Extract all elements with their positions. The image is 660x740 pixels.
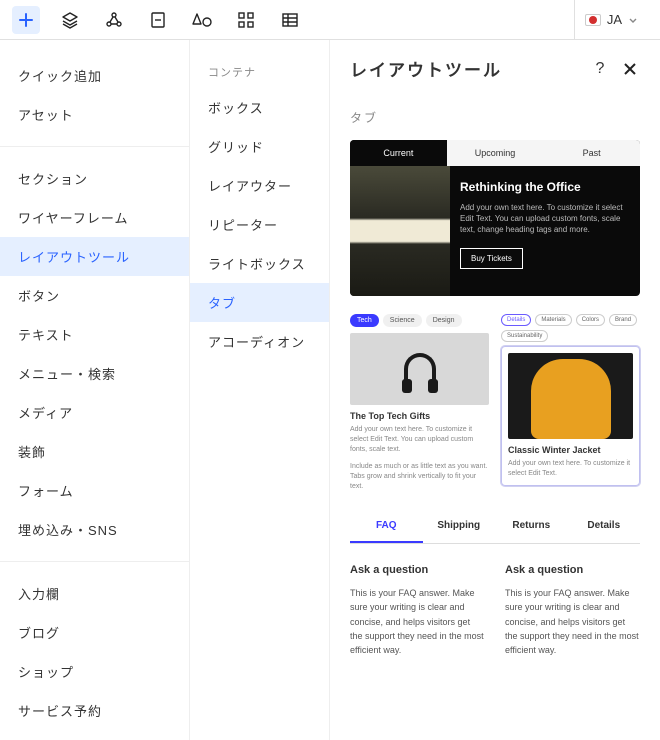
pill-details[interactable]: Details [501,314,531,326]
nav-layout-tools[interactable]: レイアウトツール [0,237,189,276]
pill-colors[interactable]: Colors [576,314,605,326]
faq-text: This is your FAQ answer. Make sure your … [350,586,485,658]
preview-tab-current[interactable]: Current [350,140,447,166]
preview-card-text-tabs[interactable]: FAQ Shipping Returns Details Ask a quest… [350,510,640,658]
divider [0,146,189,147]
subnav-accordion[interactable]: アコーディオン [190,322,329,361]
primary-nav: クイック追加 アセット セクション ワイヤーフレーム レイアウトツール ボタン … [0,40,190,740]
faq-heading: Ask a question [350,564,485,576]
buy-tickets-button[interactable]: Buy Tickets [460,248,523,269]
card-title: Classic Winter Jacket [508,445,633,455]
tab-details[interactable]: Details [568,510,641,543]
table-icon[interactable] [276,6,304,34]
nav-wireframe[interactable]: ワイヤーフレーム [0,198,189,237]
add-icon[interactable] [12,6,40,34]
chevron-down-icon [628,15,638,25]
theme-icon[interactable] [188,6,216,34]
secondary-nav: コンテナ ボックス グリッド レイアウター リピーター ライトボックス タブ ア… [190,40,330,740]
nav-bookings[interactable]: サービス予約 [0,691,189,730]
nav-decorative[interactable]: 装飾 [0,432,189,471]
nav-assets[interactable]: アセット [0,95,189,134]
subnav-layouter[interactable]: レイアウター [190,166,329,205]
preview-image [350,166,450,296]
layers-icon[interactable] [56,6,84,34]
preview-card-jacket[interactable]: Details Materials Colors Brand Sustainab… [501,314,640,492]
group-label-container: コンテナ [190,56,329,88]
topbar-tools [12,6,304,34]
flag-japan-icon [585,14,601,26]
close-icon[interactable] [620,59,640,79]
subnav-lightbox[interactable]: ライトボックス [190,244,329,283]
nav-menu-search[interactable]: メニュー・検索 [0,354,189,393]
preview-image-headphones [350,333,489,405]
section-label: タブ [350,109,640,126]
tab-faq[interactable]: FAQ [350,510,423,543]
nav-button[interactable]: ボタン [0,276,189,315]
tab-returns[interactable]: Returns [495,510,568,543]
pill-science[interactable]: Science [383,314,422,327]
nav-media[interactable]: メディア [0,393,189,432]
faq-text: This is your FAQ answer. Make sure your … [505,586,640,658]
preview-tab-upcoming[interactable]: Upcoming [447,140,544,166]
tab-shipping[interactable]: Shipping [423,510,496,543]
content-panel: レイアウトツール ? タブ Current Upcoming Past Reth… [330,40,660,740]
pill-sustainability[interactable]: Sustainability [501,330,548,342]
card-desc: Add your own text here. To customize it … [508,459,633,479]
preview-image-jacket [508,353,633,439]
card-desc-2: Include as much or as little text as you… [350,462,489,491]
nav-text[interactable]: テキスト [0,315,189,354]
panel-header: レイアウトツール ? [350,56,640,81]
cms-icon[interactable] [100,6,128,34]
preview-tab-past[interactable]: Past [543,140,640,166]
help-icon[interactable]: ? [590,59,610,79]
nav-input[interactable]: 入力欄 [0,574,189,613]
preview-card-tech[interactable]: Tech Science Design The Top Tech Gifts A… [350,314,489,492]
preview-title: Rethinking the Office [460,180,626,194]
language-selector[interactable]: JA [574,0,648,39]
pill-design[interactable]: Design [426,314,462,327]
subnav-box[interactable]: ボックス [190,88,329,127]
faq-heading: Ask a question [505,564,640,576]
topbar: JA [0,0,660,40]
panel-title: レイアウトツール [350,56,502,81]
nav-form[interactable]: フォーム [0,471,189,510]
pill-brand[interactable]: Brand [609,314,637,326]
subnav-tabs[interactable]: タブ [190,283,329,322]
nav-events[interactable]: イベント [0,730,189,740]
subnav-repeater[interactable]: リピーター [190,205,329,244]
nav-section[interactable]: セクション [0,159,189,198]
apps-icon[interactable] [232,6,260,34]
preview-card-dark-tabs[interactable]: Current Upcoming Past Rethinking the Off… [350,140,640,296]
nav-shop[interactable]: ショップ [0,652,189,691]
card-desc: Add your own text here. To customize it … [350,425,489,454]
divider [0,561,189,562]
card-title: The Top Tech Gifts [350,411,489,421]
nav-quick-add[interactable]: クイック追加 [0,56,189,95]
pill-materials[interactable]: Materials [535,314,571,326]
pill-tech[interactable]: Tech [350,314,379,327]
language-label: JA [607,12,622,27]
nav-embed-sns[interactable]: 埋め込み・SNS [0,510,189,549]
subnav-grid[interactable]: グリッド [190,127,329,166]
page-icon[interactable] [144,6,172,34]
preview-desc: Add your own text here. To customize it … [460,202,626,236]
nav-blog[interactable]: ブログ [0,613,189,652]
